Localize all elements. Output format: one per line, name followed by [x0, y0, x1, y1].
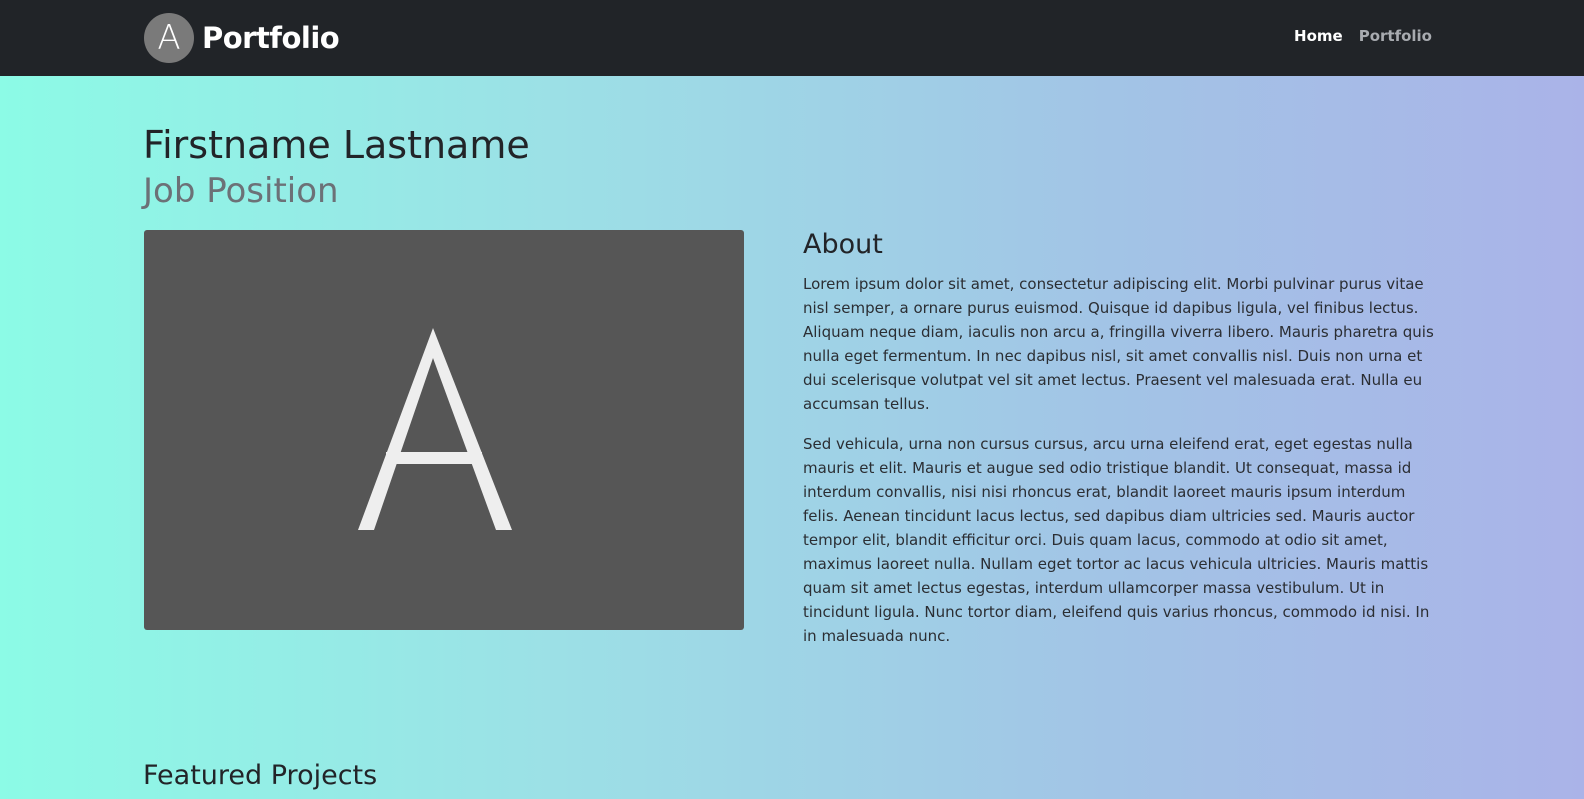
about-heading: About [803, 229, 883, 260]
nav-link-home[interactable]: Home [1294, 27, 1343, 45]
profile-photo-placeholder [144, 230, 744, 630]
page-title: Firstname Lastname [143, 123, 530, 167]
about-paragraph-2: Sed vehicula, urna non cursus cursus, ar… [803, 435, 1430, 645]
letter-a-placeholder-icon [358, 328, 512, 530]
about-paragraph-1: Lorem ipsum dolor sit amet, consectetur … [803, 275, 1434, 413]
top-navbar: A Portfolio Home Portfolio [0, 0, 1584, 76]
featured-projects-heading: Featured Projects [143, 760, 378, 791]
nav-link-portfolio[interactable]: Portfolio [1359, 27, 1432, 45]
job-position: Job Position [143, 171, 339, 211]
brand-name: Portfolio [202, 21, 340, 55]
brand[interactable]: A Portfolio [144, 13, 340, 63]
brand-logo-icon: A [144, 13, 194, 63]
nav-links: Home Portfolio [1294, 27, 1432, 45]
